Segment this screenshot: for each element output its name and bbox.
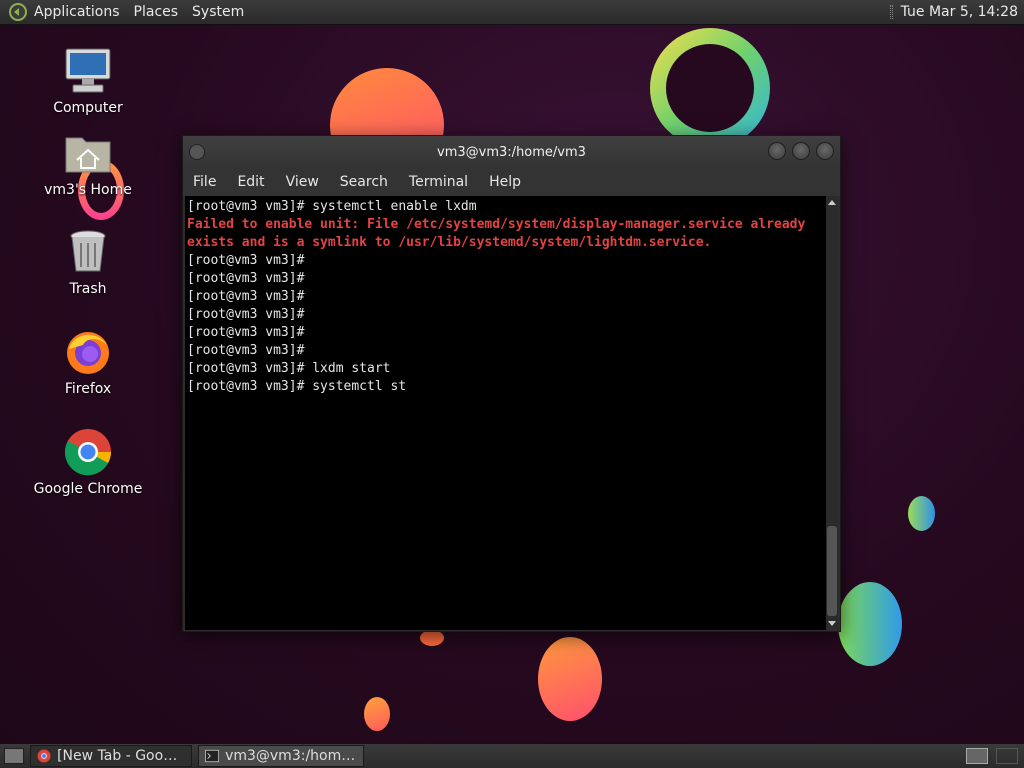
desktop-icon-label: Google Chrome [33, 481, 143, 497]
maximize-button[interactable] [792, 142, 810, 160]
wallpaper-dot [420, 630, 444, 646]
menu-edit[interactable]: Edit [237, 174, 264, 190]
terminal-line: [root@vm3 vm3]# systemctl enable lxdm [187, 199, 477, 214]
menu-help[interactable]: Help [489, 174, 521, 190]
task-button-chrome[interactable]: [New Tab - Google ... [30, 745, 192, 767]
terminal-menubar: File Edit View Search Terminal Help [183, 168, 840, 196]
bottom-panel: [New Tab - Google ... vm3@vm3:/home/v... [0, 743, 1024, 768]
computer-icon [65, 48, 111, 93]
menu-places[interactable]: Places [134, 4, 179, 20]
wallpaper-ring [650, 28, 770, 148]
mate-logo-icon[interactable] [8, 2, 28, 22]
terminal-line: [root@vm3 vm3]# [187, 253, 305, 268]
firefox-icon [67, 332, 109, 374]
terminal-line: [root@vm3 vm3]# [187, 271, 305, 286]
wallpaper-tiny-oval [364, 697, 390, 731]
terminal-line: [root@vm3 vm3]# [187, 289, 305, 304]
chrome-icon [64, 429, 111, 476]
desktop-icon-label: Firefox [64, 381, 112, 397]
terminal-line: [root@vm3 vm3]# [187, 307, 305, 322]
minimize-button[interactable] [768, 142, 786, 160]
trash-icon [70, 230, 106, 272]
desktop-icon-home[interactable]: vm3's Home [33, 128, 143, 198]
scroll-down-arrow-icon[interactable] [828, 621, 836, 626]
desktop-icon-label: Trash [69, 281, 107, 297]
terminal-line: [root@vm3 vm3]# [187, 343, 305, 358]
terminal-output[interactable]: [root@vm3 vm3]# systemctl enable lxdm Fai… [185, 196, 826, 630]
close-button[interactable] [816, 142, 834, 160]
menu-system[interactable]: System [192, 4, 244, 20]
home-folder-icon [65, 137, 111, 173]
terminal-line: [root@vm3 vm3]# systemctl st [187, 379, 407, 394]
menu-applications[interactable]: Applications [34, 4, 120, 20]
panel-handle[interactable] [889, 5, 893, 19]
show-desktop-button[interactable] [4, 748, 24, 764]
clock[interactable]: Tue Mar 5, 14:28 [901, 4, 1018, 20]
task-label: vm3@vm3:/home/v... [225, 748, 357, 764]
desktop-icon-firefox[interactable]: Firefox [33, 327, 143, 397]
scroll-thumb[interactable] [827, 526, 837, 616]
chrome-icon [37, 749, 51, 763]
desktop-icon-trash[interactable]: Trash [33, 227, 143, 297]
terminal-line: [root@vm3 vm3]# [187, 325, 305, 340]
desktop-icon-chrome[interactable]: Google Chrome [33, 427, 143, 497]
menu-view[interactable]: View [286, 174, 319, 190]
window-menu-icon[interactable] [189, 144, 205, 160]
terminal-scrollbar[interactable] [826, 196, 838, 630]
desktop-icon-computer[interactable]: Computer [33, 46, 143, 116]
terminal-line: [root@vm3 vm3]# lxdm start [187, 361, 391, 376]
menu-file[interactable]: File [193, 174, 216, 190]
wallpaper-green-blue-oval [838, 582, 902, 666]
desktop-icon-label: Computer [53, 100, 123, 116]
window-controls [768, 142, 834, 160]
terminal-window[interactable]: vm3@vm3:/home/vm3 File Edit View Search … [182, 135, 841, 632]
workspace-1[interactable] [966, 748, 988, 764]
terminal-error-line: Failed to enable unit: File /etc/systemd… [187, 217, 806, 232]
task-button-terminal[interactable]: vm3@vm3:/home/v... [198, 745, 364, 767]
workspace-2[interactable] [996, 748, 1018, 764]
task-label: [New Tab - Google ... [57, 748, 185, 764]
menu-terminal[interactable]: Terminal [409, 174, 468, 190]
terminal-titlebar[interactable]: vm3@vm3:/home/vm3 [183, 136, 840, 168]
wallpaper-small-oval [908, 496, 935, 531]
wallpaper-orange-oval [538, 637, 602, 721]
terminal-title: vm3@vm3:/home/vm3 [437, 144, 586, 160]
desktop-icon-label: vm3's Home [44, 182, 132, 198]
terminal-error-line: exists and is a symlink to /usr/lib/syst… [187, 235, 712, 250]
terminal-icon [205, 749, 220, 763]
scroll-up-arrow-icon[interactable] [828, 200, 836, 205]
top-panel: Applications Places System Tue Mar 5, 14… [0, 0, 1024, 25]
menu-search[interactable]: Search [340, 174, 388, 190]
